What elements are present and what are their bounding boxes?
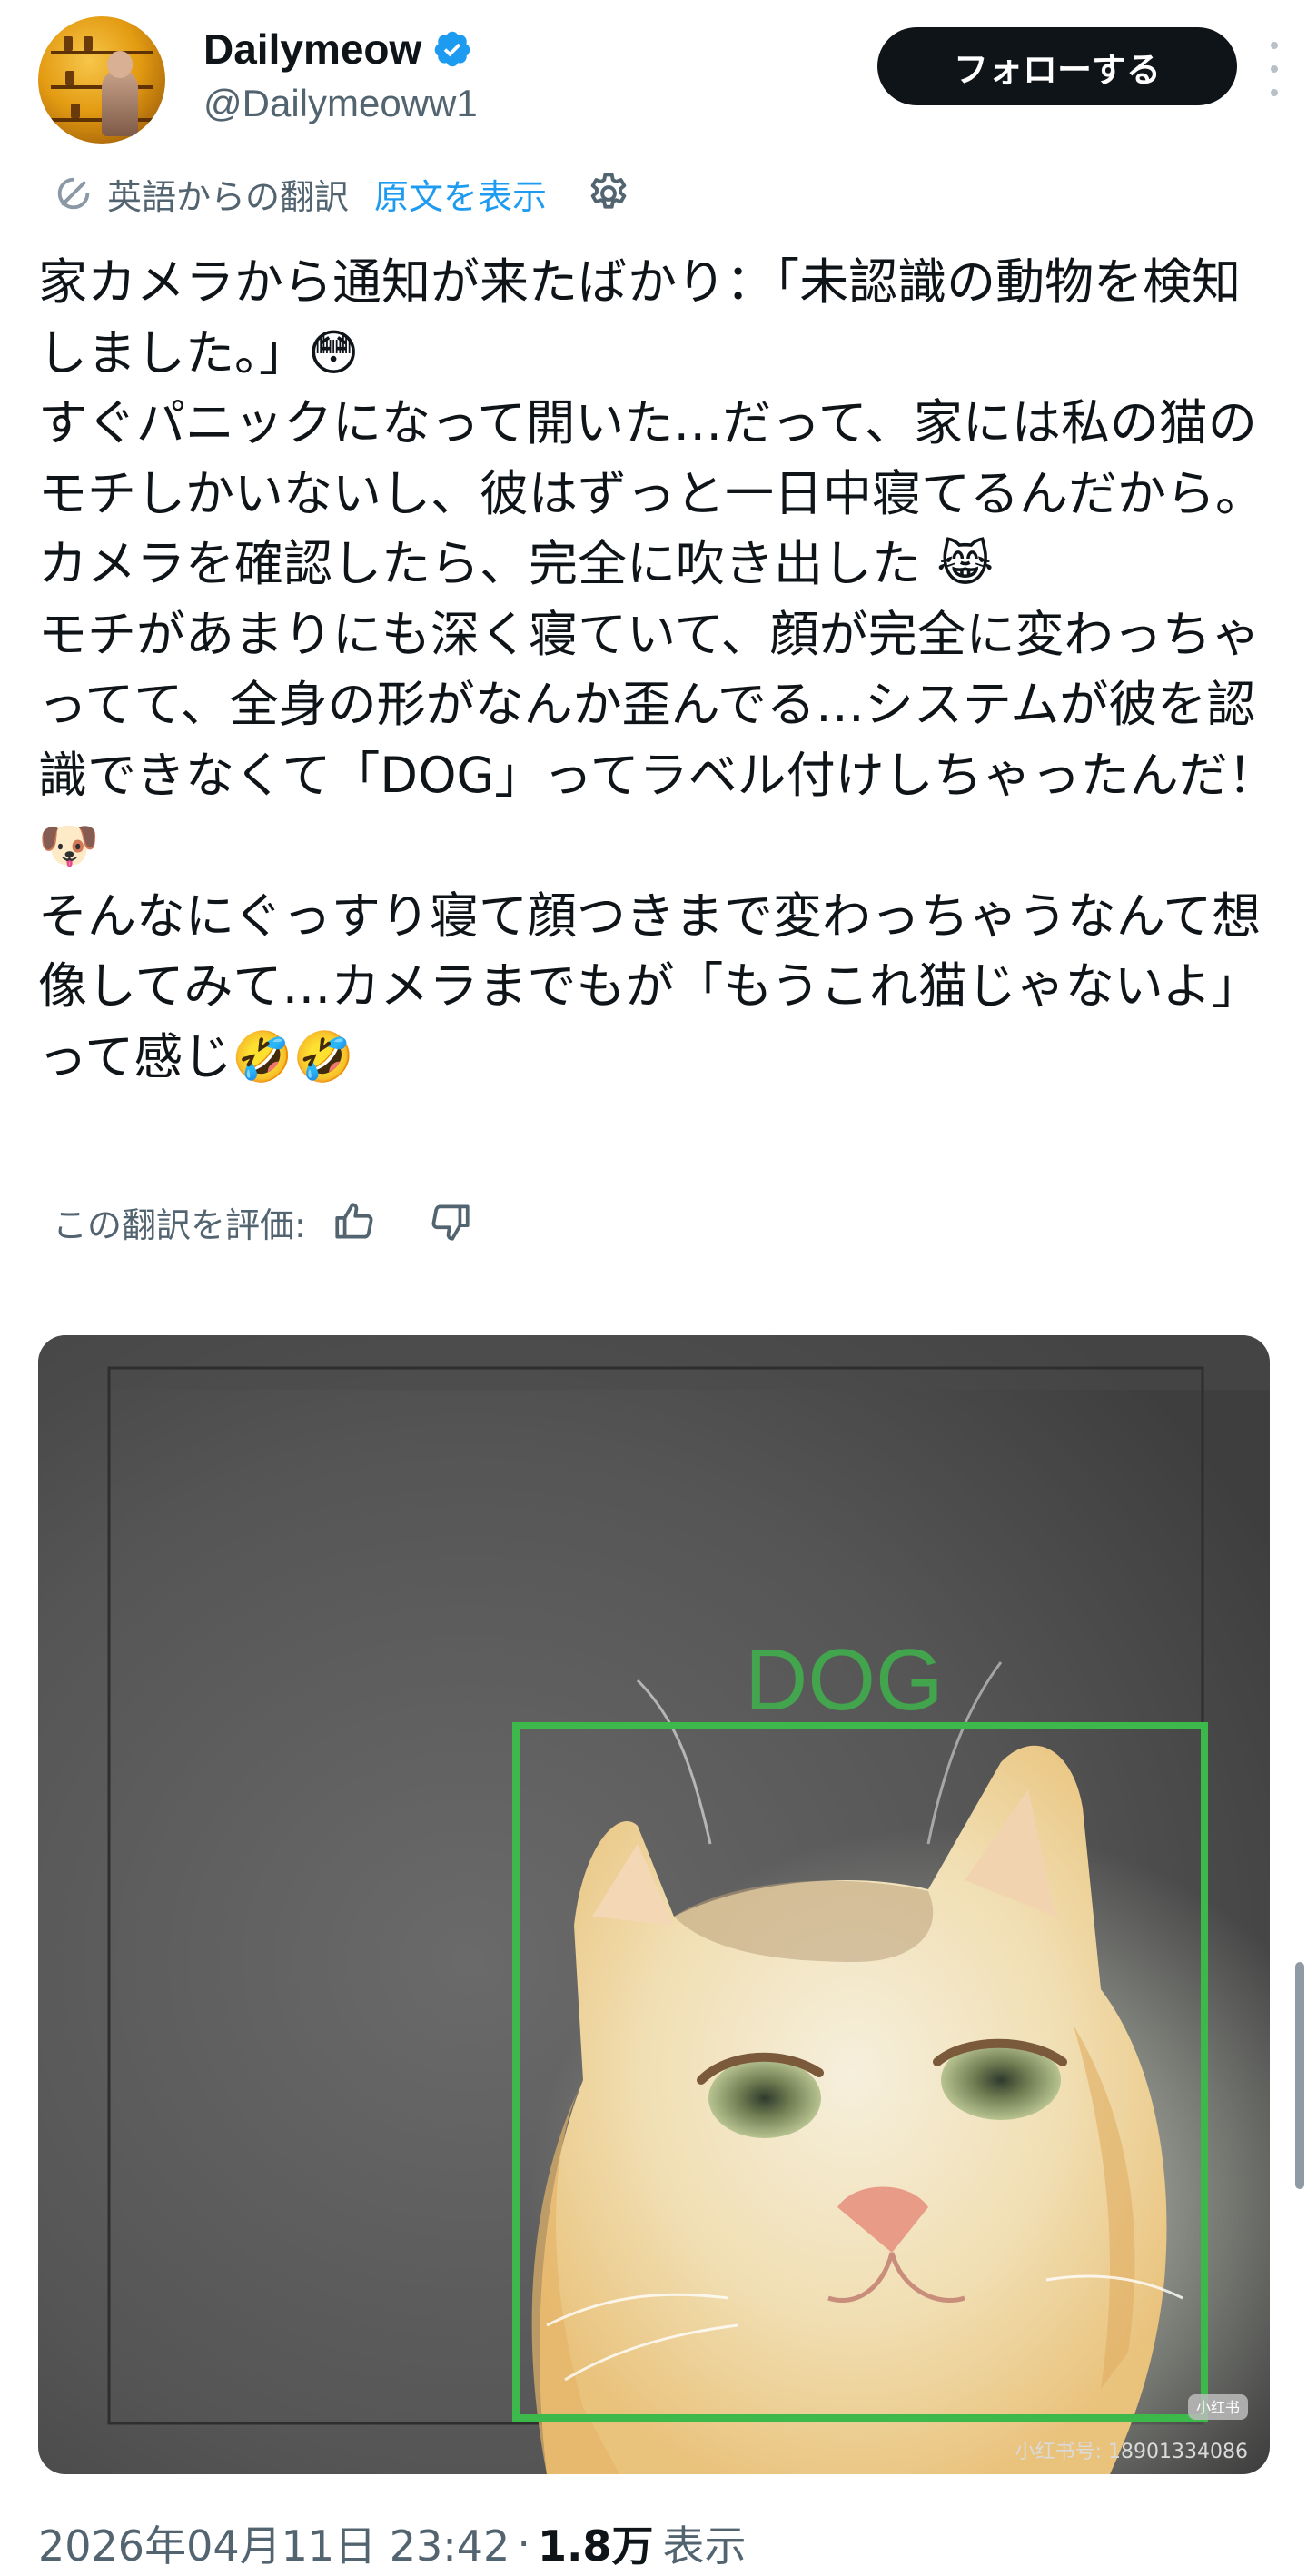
avatar[interactable]	[38, 16, 165, 144]
verified-badge-icon	[435, 31, 470, 67]
more-dot	[1271, 89, 1278, 96]
user-handle[interactable]: @Dailymeoww1	[203, 82, 478, 125]
display-name[interactable]: Dailymeow	[203, 25, 421, 74]
tweet-media-image[interactable]: DOG 小红书 小红书号: 18901334086	[38, 1335, 1270, 2474]
user-info[interactable]: Dailymeow @Dailymeoww1	[203, 20, 478, 125]
camera-snapshot: DOG 小红书 小红书号: 18901334086	[38, 1335, 1270, 2474]
thumbs-up-icon[interactable]	[332, 1199, 377, 1244]
avatar-person-head	[107, 51, 133, 78]
avatar-shelf-item	[84, 36, 93, 51]
detection-label: DOG	[745, 1631, 944, 1729]
views-label: 表示	[662, 2522, 747, 2571]
show-original-link[interactable]: 原文を表示	[374, 169, 547, 219]
more-vertical-icon[interactable]	[1261, 42, 1288, 96]
translate-icon	[57, 177, 90, 210]
more-dot	[1271, 65, 1278, 73]
views-count: 1.8万	[537, 2522, 654, 2571]
meta-separator: ·	[517, 2519, 530, 2568]
tweet-line: そんなにぐっすり寝て顔つきまで変わっちゃうなんて想像してみて…カメラまでもが「も…	[38, 887, 1262, 1085]
tweet-meta: 2026年04月11日 23:42 · 1.8万 表示	[38, 2514, 746, 2572]
avatar-shelf-item	[71, 104, 80, 118]
more-dot	[1271, 42, 1278, 49]
tweet-line: カメラを確認したら、完全に吹き出した 😹	[38, 535, 995, 592]
avatar-shelf-item	[65, 71, 74, 85]
tweet-line: 家カメラから通知が来たばかり：「未認識の動物を検知しました。」😳	[38, 253, 1242, 381]
avatar-shelf	[51, 51, 153, 54]
rate-translation-bar: この翻訳を評価:	[53, 1190, 473, 1253]
watermark-id: 小红书号: 18901334086	[1015, 2441, 1248, 2463]
tweet-timestamp[interactable]: 2026年04月11日 23:42	[38, 2513, 510, 2573]
translation-label: 英語からの翻訳	[107, 176, 350, 217]
tweet-text: 家カメラから通知が来たばかり：「未認識の動物を検知しました。」😳 すぐパニックに…	[38, 247, 1282, 1092]
scrollbar-thumb[interactable]	[1295, 1962, 1304, 2189]
watermark-badge-text: 小红书	[1196, 2399, 1240, 2416]
translation-bar: 英語からの翻訳 原文を表示	[53, 165, 632, 222]
tweet-header: Dailymeow @Dailymeoww1 フォローする	[38, 16, 1292, 144]
follow-button[interactable]: フォローする	[877, 27, 1237, 105]
tweet-line: すぐパニックになって開いた…だって、家には私の猫のモチしかいないし、彼はずっと一…	[38, 394, 1264, 522]
rate-translation-label: この翻訳を評価:	[53, 1204, 306, 1245]
display-name-row: Dailymeow	[203, 20, 478, 78]
avatar-person	[102, 69, 138, 136]
avatar-shelf-item	[64, 36, 73, 51]
gear-icon[interactable]	[585, 170, 632, 217]
thumbs-down-icon[interactable]	[428, 1199, 473, 1244]
tweet-line: モチがあまりにも深く寝ていて、顔が完全に変わっちゃってて、全身の形がなんか歪んで…	[38, 605, 1277, 875]
